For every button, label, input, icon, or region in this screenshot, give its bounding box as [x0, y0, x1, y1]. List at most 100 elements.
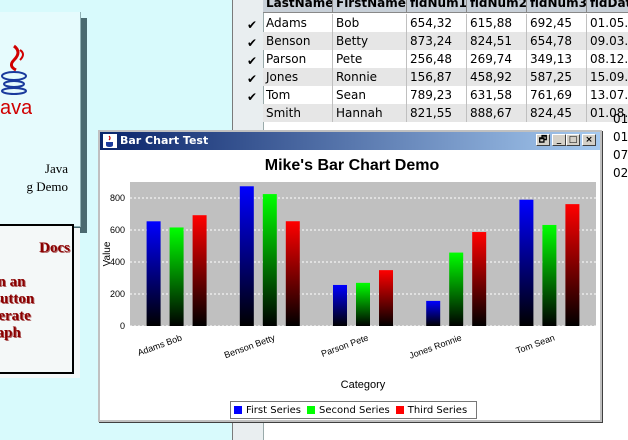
table-row[interactable]: SmithHannah821,55888,67824,4501.08.2 [263, 104, 628, 122]
table-cell: 02.2 [613, 166, 628, 180]
instruction-line: Button [0, 291, 35, 307]
table-cell[interactable]: 654,78 [527, 32, 587, 50]
legend-label: First Series [246, 404, 301, 416]
minimize-button[interactable]: _ [552, 134, 566, 146]
x-axis-ticks: Adams Bob Benson Betty Parson Pete Jones Ro… [136, 332, 556, 360]
column-header-fldnum1[interactable]: fldNum1 [407, 0, 467, 12]
x-tick-label: Parson Pete [320, 332, 370, 358]
table-cell[interactable]: 824,45 [527, 104, 587, 122]
java-logo-icon: ava [0, 44, 32, 118]
x-tick-label: Adams Bob [136, 332, 183, 357]
background-left-panel: ava Java g Demo Docs t on an Button nera… [0, 0, 88, 440]
table-cell: 07.2 [613, 148, 628, 162]
instructions-text: Docs t on an Button nerate raph [0, 240, 70, 342]
table-cell[interactable]: 654,32 [407, 14, 467, 32]
y-tick-label: 200 [110, 289, 125, 299]
table-cell[interactable]: Benson [263, 32, 333, 50]
window-titlebar[interactable]: Bar Chart Test 🗗 _ □ × [100, 132, 600, 150]
table-cell[interactable]: 692,45 [527, 14, 587, 32]
bar [565, 204, 580, 326]
x-tick-label: Benson Betty [223, 332, 277, 360]
table-cell[interactable]: 269,74 [467, 50, 527, 68]
legend-label: Third Series [407, 404, 468, 416]
table-cell[interactable]: 09.03.2 [587, 32, 628, 50]
table-cell[interactable]: Parson [263, 50, 333, 68]
column-header-firstname[interactable]: FirstName [333, 0, 407, 12]
bar [542, 224, 557, 326]
caption-line: g Demo [26, 179, 68, 194]
table-row[interactable]: JonesRonnie156,87458,92587,2515.09.2 [263, 68, 628, 86]
table-cell: 01.2 [613, 112, 628, 126]
column-header-fldnum2[interactable]: fldNum2 [467, 0, 527, 12]
table-cell[interactable]: 13.07.2 [587, 86, 628, 104]
restore-button[interactable]: 🗗 [536, 134, 550, 146]
check-icon[interactable]: ✔ [245, 90, 259, 104]
column-header-flddate[interactable]: fldDate [587, 0, 628, 12]
table-cell[interactable]: 256,48 [407, 50, 467, 68]
date-column-continuation: 01.2 01.2 07.2 02.2 [613, 110, 628, 182]
bar [426, 300, 441, 326]
bar [239, 186, 254, 326]
instructions-box: Docs t on an Button nerate raph [0, 224, 74, 374]
column-header-lastname[interactable]: LastName [263, 0, 333, 12]
table-cell[interactable]: 631,58 [467, 86, 527, 104]
table-cell[interactable]: Sean [333, 86, 407, 104]
window-title: Bar Chart Test [120, 134, 209, 147]
close-button[interactable]: × [582, 134, 596, 146]
table-row[interactable]: BensonBetty873,24824,51654,7809.03.2 [263, 32, 628, 50]
check-icon[interactable]: ✔ [245, 36, 259, 50]
instruction-line: Docs [39, 240, 70, 256]
table-cell[interactable]: Smith [263, 104, 333, 122]
table-header-row: LastName FirstName fldNum1 fldNum2 fldNu… [263, 0, 628, 13]
java-demo-caption: Java g Demo [0, 160, 68, 196]
table-cell[interactable]: 458,92 [467, 68, 527, 86]
bar [146, 221, 161, 326]
table-cell[interactable]: 156,87 [407, 68, 467, 86]
table-cell[interactable]: 01.05.2 [587, 14, 628, 32]
table-row[interactable]: ParsonPete256,48269,74349,1308.12.2 [263, 50, 628, 68]
table-cell[interactable]: 888,67 [467, 104, 527, 122]
table-cell[interactable]: 821,55 [407, 104, 467, 122]
y-tick-label: 0 [120, 321, 125, 331]
java-logo-text: ava [0, 97, 32, 118]
bar [379, 270, 393, 326]
table-cell[interactable]: 08.12.2 [587, 50, 628, 68]
table-cell[interactable]: Adams [263, 14, 333, 32]
table-cell[interactable]: 615,88 [467, 14, 527, 32]
y-tick-label: 600 [110, 225, 125, 235]
legend-item: Second Series [306, 405, 390, 416]
table-cell[interactable]: Hannah [333, 104, 407, 122]
table-cell[interactable]: 349,13 [527, 50, 587, 68]
table-cell: 01.2 [613, 130, 628, 144]
check-icon[interactable]: ✔ [245, 72, 259, 86]
table-row[interactable]: AdamsBob654,32615,88692,4501.05.2 [263, 14, 628, 32]
bar [169, 227, 184, 326]
table-cell[interactable]: 824,51 [467, 32, 527, 50]
x-axis-label: Category [341, 379, 386, 391]
maximize-button[interactable]: □ [566, 134, 580, 146]
bar-chart-window: Bar Chart Test 🗗 _ □ × Mike's Bar Chart … [98, 130, 602, 422]
table-cell[interactable]: Jones [263, 68, 333, 86]
table-row[interactable]: TomSean789,23631,58761,6913.07.2 [263, 86, 628, 104]
check-icon[interactable]: ✔ [245, 54, 259, 68]
bar [333, 284, 347, 326]
instructions-card: Docs t on an Button nerate raph [0, 224, 80, 378]
column-header-fldnum3[interactable]: fldNum3 [527, 0, 587, 12]
table-cell[interactable]: Ronnie [333, 68, 407, 86]
table-cell[interactable]: Pete [333, 50, 407, 68]
y-tick-label: 800 [110, 193, 125, 203]
table-cell[interactable]: Bob [333, 14, 407, 32]
table-cell[interactable]: Tom [263, 86, 333, 104]
table-cell[interactable]: 15.09.2 [587, 68, 628, 86]
table-cell[interactable]: 789,23 [407, 86, 467, 104]
check-icon[interactable]: ✔ [245, 18, 259, 32]
table-cell[interactable]: 587,25 [527, 68, 587, 86]
bar [262, 194, 277, 326]
table-cell[interactable]: 873,24 [407, 32, 467, 50]
table-cell[interactable]: 761,69 [527, 86, 587, 104]
legend-item: Third Series [395, 404, 468, 416]
table-cell[interactable]: Betty [333, 32, 407, 50]
x-tick-label: Tom Sean [515, 332, 557, 355]
bar [285, 221, 300, 326]
bar [356, 282, 370, 326]
